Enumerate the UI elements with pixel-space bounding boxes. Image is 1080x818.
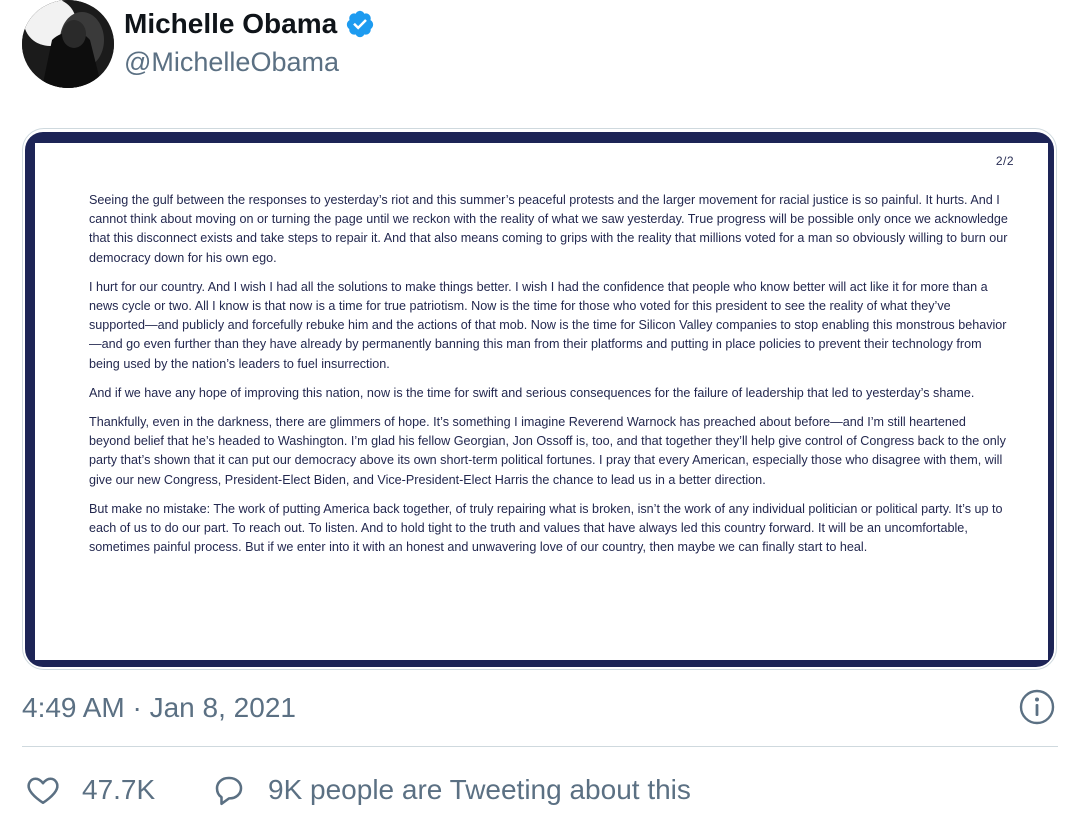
tweet-timestamp[interactable]: 4:49 AM · Jan 8, 2021 <box>22 690 296 726</box>
page-indicator: 2/2 <box>995 154 1014 168</box>
statement-page: 2/2 Seeing the gulf between the response… <box>35 143 1048 660</box>
statement-paragraph: Thankfully, even in the darkness, there … <box>89 415 1006 487</box>
tweet-detail: Michelle Obama @MichelleObama 2/2 Seeing… <box>0 0 1080 818</box>
statement-paragraph: But make no mistake: The work of putting… <box>89 501 1003 555</box>
statement-paragraph: I hurt for our country. And I wish I had… <box>89 279 1007 371</box>
like-count[interactable]: 47.7K <box>82 772 155 808</box>
statement-paragraph: And if we have any hope of improving thi… <box>89 385 975 400</box>
speech-bubble-icon[interactable] <box>210 772 248 808</box>
avatar[interactable] <box>22 0 114 88</box>
author-handle[interactable]: @MichelleObama <box>124 44 339 80</box>
verified-badge-icon <box>345 9 375 39</box>
tweeting-about-link[interactable]: 9K people are Tweeting about this <box>268 772 691 808</box>
statement-paragraph: Seeing the gulf between the responses to… <box>89 193 1008 265</box>
heart-icon[interactable] <box>24 772 62 808</box>
profile-photo-icon <box>22 0 114 88</box>
statement-body: Seeing the gulf between the responses to… <box>89 191 1009 567</box>
author-name-row[interactable]: Michelle Obama <box>124 6 375 42</box>
statement-frame: 2/2 Seeing the gulf between the response… <box>25 132 1054 667</box>
tweet-media-image[interactable]: 2/2 Seeing the gulf between the response… <box>22 128 1057 670</box>
author-display-name[interactable]: Michelle Obama <box>124 6 337 42</box>
info-icon[interactable] <box>1018 688 1056 726</box>
divider <box>22 746 1058 747</box>
